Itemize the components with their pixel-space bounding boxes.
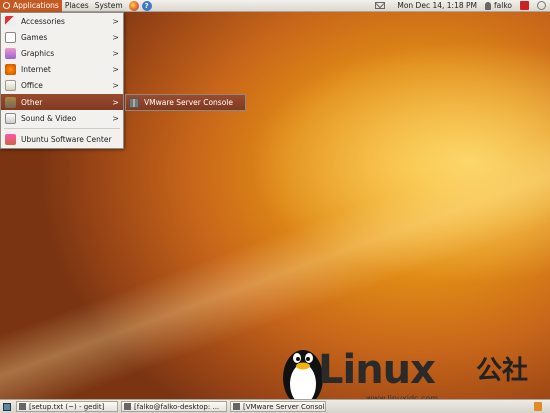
software-center-icon <box>5 133 16 145</box>
chevron-right-icon: > <box>112 65 119 75</box>
menu-separator <box>4 128 120 130</box>
chevron-right-icon: > <box>112 81 119 91</box>
firefox-icon[interactable] <box>128 0 139 11</box>
help-icon[interactable]: ? <box>141 0 152 11</box>
chevron-right-icon: > <box>112 48 119 58</box>
task-label: [setup.txt (~) - gedit] <box>29 402 105 411</box>
chevron-right-icon: > <box>112 113 119 123</box>
user-icon <box>485 1 491 10</box>
bottom-panel: [setup.txt (~) - gedit] [falko@falko-des… <box>0 399 550 413</box>
power-icon[interactable] <box>537 1 546 10</box>
games-icon <box>5 31 16 43</box>
menu-item-ubuntu-software-center[interactable]: Ubuntu Software Center <box>1 131 123 147</box>
menu-item-label: Graphics <box>21 48 55 58</box>
menu-item-label: Ubuntu Software Center <box>21 134 112 144</box>
panel-tray: Mon Dec 14, 1:18 PM falko <box>375 0 550 12</box>
trash-icon[interactable] <box>534 402 542 411</box>
vmware-icon <box>129 97 139 108</box>
menu-item-games[interactable]: Games > <box>1 29 123 45</box>
menu-item-label: Internet <box>21 65 51 75</box>
menu-item-sound-video[interactable]: Sound & Video > <box>1 110 123 126</box>
network-icon[interactable] <box>520 1 529 10</box>
menu-item-label: Games <box>21 32 48 42</box>
chevron-right-icon: > <box>112 97 119 107</box>
user-name[interactable]: falko <box>494 1 512 10</box>
top-panel: Applications Places System ? Mon Dec 14,… <box>0 0 550 12</box>
system-menu[interactable]: System <box>92 0 126 12</box>
applications-label: Applications <box>13 1 59 10</box>
watermark-cn: 公社 <box>476 356 529 386</box>
vmware-icon <box>233 403 240 410</box>
menu-item-graphics[interactable]: Graphics > <box>1 45 123 61</box>
other-submenu: VMware Server Console <box>125 94 246 111</box>
graphics-icon <box>5 47 16 59</box>
internet-icon <box>5 64 16 76</box>
office-icon <box>5 80 16 92</box>
chevron-right-icon: > <box>112 16 119 26</box>
task-label: [VMware Server Console... <box>243 402 325 411</box>
menu-item-other[interactable]: Other > <box>1 93 123 111</box>
mail-icon[interactable] <box>375 2 386 9</box>
watermark-text: Linux <box>318 347 436 393</box>
chevron-right-icon: > <box>112 32 119 42</box>
taskbar-button-gedit[interactable]: [setup.txt (~) - gedit] <box>16 401 118 412</box>
other-icon <box>5 96 16 108</box>
terminal-icon <box>124 403 131 410</box>
text-editor-icon <box>19 403 26 410</box>
task-label: [falko@falko-desktop: ... <box>134 402 220 411</box>
taskbar-button-vmware[interactable]: [VMware Server Console... <box>230 401 326 412</box>
ubuntu-logo-icon <box>3 2 10 9</box>
menu-item-office[interactable]: Office > <box>1 78 123 94</box>
menu-item-label: Accessories <box>21 16 65 26</box>
menu-item-accessories[interactable]: Accessories > <box>1 13 123 29</box>
applications-dropdown: Accessories > Games > Graphics > Interne… <box>0 12 124 149</box>
submenu-item-vmware-server-console[interactable]: VMware Server Console <box>126 95 245 110</box>
menu-item-internet[interactable]: Internet > <box>1 62 123 78</box>
sound-video-icon <box>5 112 16 124</box>
accessories-icon <box>5 15 16 27</box>
clock[interactable]: Mon Dec 14, 1:18 PM <box>397 1 477 10</box>
taskbar-button-terminal[interactable]: [falko@falko-desktop: ... <box>121 401 227 412</box>
menu-item-label: Other <box>21 97 43 107</box>
applications-menu[interactable]: Applications <box>0 0 62 12</box>
places-menu[interactable]: Places <box>62 0 92 12</box>
menu-item-label: Sound & Video <box>21 113 77 123</box>
show-desktop-icon[interactable] <box>3 402 11 411</box>
menu-item-label: Office <box>21 81 43 91</box>
submenu-item-label: VMware Server Console <box>144 98 234 107</box>
